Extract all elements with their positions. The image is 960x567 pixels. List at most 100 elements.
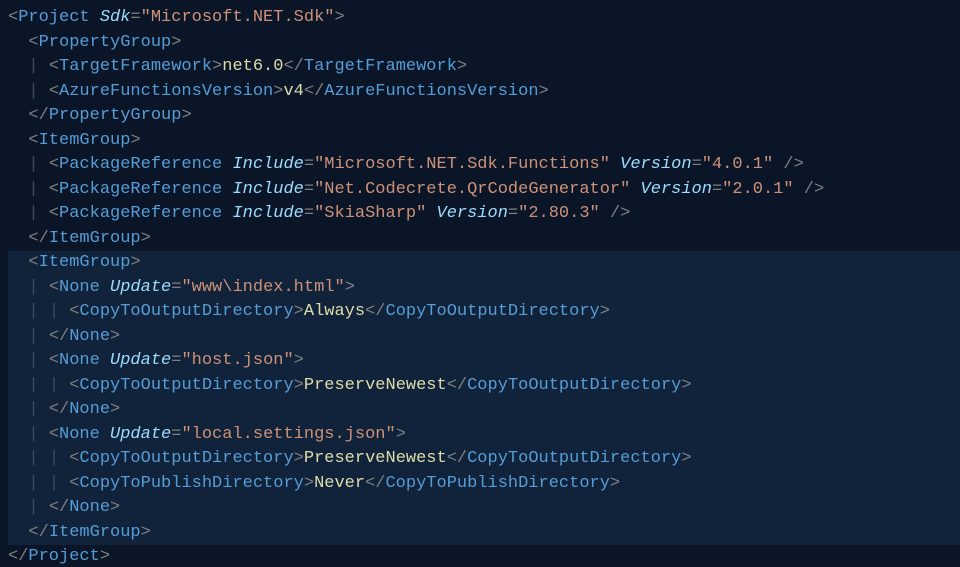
code-line[interactable]: | <PackageReference Include="Microsoft.N… xyxy=(8,153,960,178)
token-str: "2.0.1" xyxy=(722,180,793,199)
token-tag: CopyToPublishDirectory xyxy=(79,474,303,493)
token-tag: PropertyGroup xyxy=(49,106,182,125)
code-line[interactable]: | <PackageReference Include="SkiaSharp" … xyxy=(8,202,960,227)
token-delim: > xyxy=(110,327,120,346)
code-line[interactable]: <Project Sdk="Microsoft.NET.Sdk"> xyxy=(8,6,960,31)
token-delim: </ xyxy=(447,376,467,395)
token-delim: = xyxy=(304,204,314,223)
token-delim: = xyxy=(171,278,181,297)
token-delim: > xyxy=(110,400,120,419)
token-attr: Include xyxy=(232,155,303,174)
token-delim: > xyxy=(396,425,406,444)
token-delim: > xyxy=(273,82,283,101)
token-delim: > xyxy=(294,302,304,321)
code-line[interactable]: <ItemGroup> xyxy=(8,129,960,154)
code-line[interactable]: </ItemGroup> xyxy=(8,227,960,252)
token-delim: < xyxy=(28,253,38,272)
token-tag: AzureFunctionsVersion xyxy=(324,82,538,101)
code-line[interactable]: | | <CopyToOutputDirectory>Always</CopyT… xyxy=(8,300,960,325)
token-str: "Microsoft.NET.Sdk.Functions" xyxy=(314,155,610,174)
token-delim: = xyxy=(508,204,518,223)
token-delim: > xyxy=(539,82,549,101)
token-attr: Version xyxy=(641,180,712,199)
token-delim: > xyxy=(212,57,222,76)
token-tag: Project xyxy=(18,8,89,27)
token-delim: > xyxy=(345,278,355,297)
token-tag: ItemGroup xyxy=(39,131,131,150)
token-delim: > xyxy=(294,376,304,395)
token-delim: < xyxy=(69,302,79,321)
token-delim: > xyxy=(294,449,304,468)
token-delim: > xyxy=(457,57,467,76)
token-str: "Microsoft.NET.Sdk" xyxy=(141,8,335,27)
token-delim: > xyxy=(334,8,344,27)
token-attr: Sdk xyxy=(100,8,131,27)
code-line[interactable]: | <None Update="local.settings.json"> xyxy=(8,423,960,448)
code-line[interactable]: | | <CopyToOutputDirectory>PreserveNewes… xyxy=(8,374,960,399)
token-tag: TargetFramework xyxy=(304,57,457,76)
token-tag: CopyToOutputDirectory xyxy=(467,449,681,468)
code-line[interactable]: | </None> xyxy=(8,398,960,423)
token-attr: Update xyxy=(110,351,171,370)
code-line[interactable]: | <TargetFramework>net6.0</TargetFramewo… xyxy=(8,55,960,80)
token-tag: CopyToOutputDirectory xyxy=(79,449,293,468)
token-tag: CopyToOutputDirectory xyxy=(467,376,681,395)
token-plain xyxy=(100,351,110,370)
code-line[interactable]: | <PackageReference Include="Net.Codecre… xyxy=(8,178,960,203)
token-delim: > xyxy=(130,131,140,150)
token-delim: > xyxy=(181,106,191,125)
token-delim: < xyxy=(49,425,59,444)
code-line[interactable]: </ItemGroup> xyxy=(8,521,960,546)
token-attr: Update xyxy=(110,278,171,297)
code-line[interactable]: <ItemGroup> xyxy=(8,251,960,276)
code-line[interactable]: | <None Update="host.json"> xyxy=(8,349,960,374)
token-delim: </ xyxy=(28,106,48,125)
token-tag: ItemGroup xyxy=(39,253,131,272)
token-delim: </ xyxy=(283,57,303,76)
token-delim: < xyxy=(28,131,38,150)
token-delim: /> xyxy=(804,180,824,199)
token-plain xyxy=(600,204,610,223)
token-delim: > xyxy=(600,302,610,321)
token-plain xyxy=(630,180,640,199)
token-attr: Version xyxy=(620,155,691,174)
code-line[interactable]: </PropertyGroup> xyxy=(8,104,960,129)
code-editor[interactable]: <Project Sdk="Microsoft.NET.Sdk"> <Prope… xyxy=(0,0,960,567)
token-plain xyxy=(222,204,232,223)
token-plain xyxy=(773,155,783,174)
token-tag: PropertyGroup xyxy=(39,33,172,52)
code-line[interactable]: | | <CopyToPublishDirectory>Never</CopyT… xyxy=(8,472,960,497)
token-tag: None xyxy=(59,351,100,370)
token-tag: None xyxy=(69,498,110,517)
code-line[interactable]: | <None Update="www\index.html"> xyxy=(8,276,960,301)
code-line[interactable]: | </None> xyxy=(8,496,960,521)
token-plain xyxy=(100,425,110,444)
token-delim: < xyxy=(28,33,38,52)
token-delim: < xyxy=(49,204,59,223)
token-plain xyxy=(426,204,436,223)
token-delim: /> xyxy=(610,204,630,223)
token-delim: > xyxy=(681,449,691,468)
token-str: "2.80.3" xyxy=(518,204,600,223)
token-plain xyxy=(610,155,620,174)
token-delim: </ xyxy=(447,449,467,468)
token-str: "SkiaSharp" xyxy=(314,204,426,223)
token-attr: Update xyxy=(110,425,171,444)
token-delim: </ xyxy=(28,229,48,248)
token-delim: < xyxy=(69,474,79,493)
code-line[interactable]: | <AzureFunctionsVersion>v4</AzureFuncti… xyxy=(8,80,960,105)
code-line[interactable]: | | <CopyToOutputDirectory>PreserveNewes… xyxy=(8,447,960,472)
token-delim: > xyxy=(110,498,120,517)
token-plain xyxy=(222,180,232,199)
token-delim: < xyxy=(49,278,59,297)
token-tag: PackageReference xyxy=(59,204,222,223)
token-tag: PackageReference xyxy=(59,180,222,199)
token-tag: None xyxy=(59,425,100,444)
token-delim: < xyxy=(49,57,59,76)
token-plain xyxy=(90,8,100,27)
code-line[interactable]: <PropertyGroup> xyxy=(8,31,960,56)
code-line[interactable]: </Project> xyxy=(8,545,960,567)
token-delim: </ xyxy=(365,302,385,321)
code-line[interactable]: | </None> xyxy=(8,325,960,350)
token-delim: </ xyxy=(8,547,28,566)
